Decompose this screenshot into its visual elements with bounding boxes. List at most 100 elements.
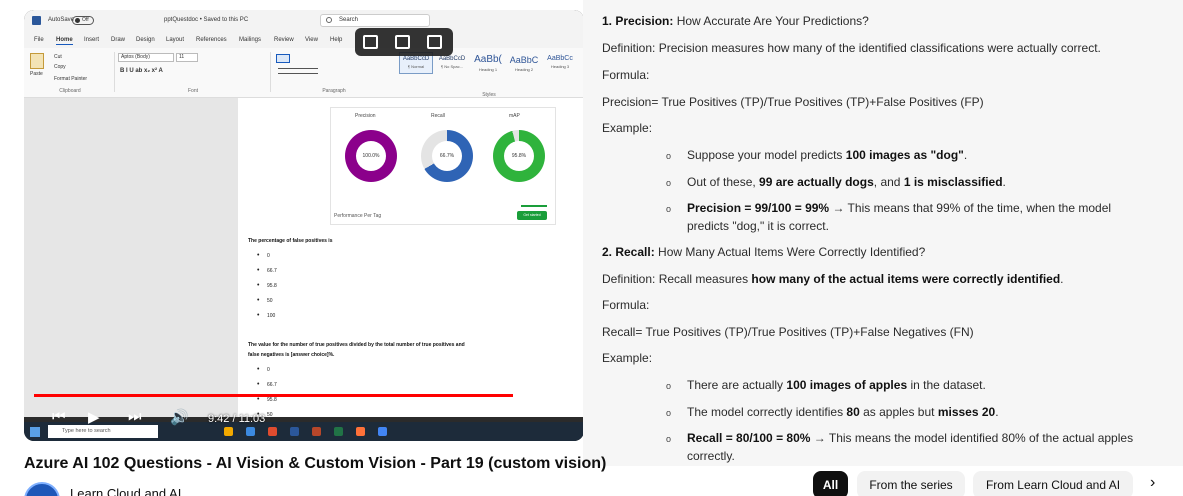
alignment-icon[interactable]	[278, 68, 318, 74]
text-run: , and	[873, 175, 904, 189]
font-size-select[interactable]: 11	[176, 53, 198, 62]
chevron-right-icon[interactable]: ›	[1150, 474, 1155, 492]
text-run: Definition: Recall measures	[602, 272, 752, 286]
tab-layout[interactable]: Layout	[166, 37, 184, 43]
miniplayer-icon[interactable]	[363, 35, 378, 49]
bullet-icon: o	[666, 408, 672, 418]
font-format-buttons[interactable]: B I U ab x₂ x² A	[120, 68, 163, 74]
style-heading-2[interactable]: AaBbC Heading 2	[507, 52, 541, 74]
style-heading-3-name: Heading 3	[550, 64, 570, 69]
bullets-icon[interactable]	[276, 54, 290, 63]
precision-formula: Precision= True Positives (TP)/True Posi…	[602, 95, 984, 109]
recall-example-label: Example:	[602, 351, 653, 365]
play-icon[interactable]: ▶	[88, 408, 100, 426]
style-heading-1-sample: AaBb(	[474, 54, 502, 65]
map-label: mAP	[509, 113, 520, 119]
option-item: 95.8	[257, 282, 277, 298]
chip-from-channel[interactable]: From Learn Cloud and AI	[973, 471, 1133, 496]
player-controls: ⏮ ▶ ⏭ 🔊 9:42 / 11:03	[24, 408, 584, 441]
channel-name[interactable]: Learn Cloud and AI	[70, 486, 181, 496]
search-icon	[326, 17, 332, 23]
clipboard-group-label: Clipboard	[59, 88, 81, 94]
tab-home[interactable]: Home	[56, 37, 73, 45]
performance-dashboard: Precision Recall mAP 100.0% 66.7% 95.8% …	[330, 107, 556, 225]
question-2-line-1: The value for the number of true positiv…	[248, 342, 465, 348]
text-run: Suppose your model predicts	[687, 148, 846, 162]
option-item: 0	[257, 252, 277, 268]
youtube-watch-page: AutoSave Off pptQuestdoc • Saved to this…	[0, 0, 1183, 496]
bullet-icon: o	[666, 204, 672, 214]
get-started-button[interactable]: Get started	[517, 211, 547, 220]
question-1-options: 0 66.7 95.8 50 100	[257, 252, 277, 328]
word-search-placeholder: Search	[339, 17, 359, 23]
option-item: 66.7	[257, 267, 277, 283]
option-item: 50	[257, 297, 277, 313]
paste-icon[interactable]	[30, 53, 44, 69]
volume-icon[interactable]: 🔊	[170, 408, 189, 426]
cut-button[interactable]: Cut	[54, 54, 62, 60]
tab-draw[interactable]: Draw	[111, 37, 125, 43]
autosave-toggle[interactable]: Off	[72, 16, 94, 25]
chip-from-the-series[interactable]: From the series	[857, 471, 965, 496]
next-icon[interactable]: ⏭	[128, 408, 142, 425]
text-run: .	[1060, 272, 1064, 286]
tab-view[interactable]: View	[305, 37, 318, 43]
tab-help[interactable]: Help	[330, 37, 342, 43]
text-run: .	[995, 405, 999, 419]
chip-all[interactable]: All	[813, 471, 848, 496]
autosave-label: AutoSave	[48, 17, 75, 23]
previous-icon[interactable]: ⏮	[52, 408, 66, 425]
word-ribbon-tabs: File Home Insert Draw Design Layout Refe…	[24, 32, 584, 48]
info-icon[interactable]	[427, 35, 442, 49]
recall-formula: Recall= True Positives (TP)/True Positiv…	[602, 325, 974, 339]
recall-ring: 66.7%	[421, 130, 473, 182]
bullet-icon: o	[666, 151, 672, 161]
text-run-bold: misses 20	[937, 405, 996, 419]
tab-review[interactable]: Review	[274, 37, 294, 43]
recall-formula-label: Formula:	[602, 298, 650, 312]
copy-button[interactable]: Copy	[54, 64, 66, 70]
precision-example-3: Precision = 99/100 = 99% → This means th…	[687, 201, 1111, 215]
font-group-label: Font	[187, 88, 198, 94]
paste-label[interactable]: Paste	[30, 71, 43, 77]
text-run-bold: Precision = 99/100 = 99%	[687, 201, 830, 215]
precision-heading-number: 1. Precision:	[602, 14, 674, 28]
recall-heading: 2. Recall: How Many Actual Items Were Co…	[602, 245, 925, 259]
style-heading-1[interactable]: AaBb( Heading 1	[471, 52, 505, 74]
option-item: 0	[257, 366, 277, 382]
precision-heading: 1. Precision: How Accurate Are Your Pred…	[602, 14, 869, 28]
word-search-box[interactable]: Search	[320, 14, 430, 27]
word-logo-icon	[32, 16, 41, 25]
word-title-bar: AutoSave Off pptQuestdoc • Saved to this…	[24, 10, 584, 32]
tab-design[interactable]: Design	[136, 37, 155, 43]
bullet-icon: o	[666, 381, 672, 391]
text-run-bold: 100 images of apples	[786, 378, 908, 392]
video-progress-bar[interactable]	[34, 394, 580, 397]
share-icon[interactable]	[395, 35, 410, 49]
tab-references[interactable]: References	[196, 37, 227, 43]
precision-formula-label: Formula:	[602, 68, 650, 82]
style-heading-3-sample: AaBbCc	[547, 55, 573, 62]
style-heading-2-name: Heading 2	[514, 67, 534, 72]
style-heading-3[interactable]: AaBbCc Heading 3	[543, 52, 577, 74]
video-player[interactable]: AutoSave Off pptQuestdoc • Saved to this…	[24, 10, 584, 441]
notes-panel: 1. Precision: How Accurate Are Your Pred…	[583, 0, 1183, 466]
tab-insert[interactable]: Insert	[84, 37, 99, 43]
recall-example-3-line-2: correctly.	[687, 449, 735, 463]
map-ring: 95.8%	[493, 130, 545, 182]
precision-example-label: Example:	[602, 121, 653, 135]
precision-value: 100.0%	[356, 141, 386, 171]
recall-example-1: There are actually 100 images of apples …	[687, 378, 986, 392]
video-progress-played	[34, 394, 514, 397]
font-name-select[interactable]: Aptos (Body)	[118, 53, 174, 62]
tab-mailings[interactable]: Mailings	[239, 37, 261, 43]
style-no-spacing-sample: AaBbCcD	[438, 56, 466, 62]
format-painter-button[interactable]: Format Painter	[54, 76, 87, 82]
font-group: Aptos (Body) 11 B I U ab x₂ x² A Font	[118, 51, 268, 95]
word-document-area: Iteration 1 Trained: 40 minutes ago with…	[24, 98, 584, 418]
tab-file[interactable]: File	[34, 37, 44, 43]
bullet-icon: o	[666, 178, 672, 188]
clipboard-group: Paste Cut Copy Format Painter Clipboard	[28, 51, 112, 95]
video-title: Azure AI 102 Questions - AI Vision & Cus…	[24, 455, 607, 472]
channel-avatar[interactable]	[24, 482, 60, 496]
